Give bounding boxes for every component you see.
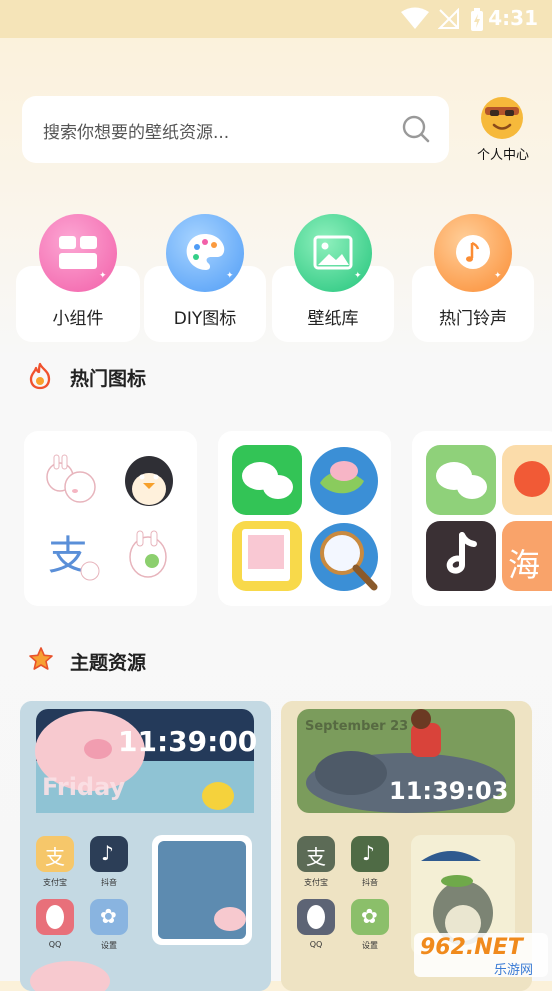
clock-text: 11:39:00 (118, 725, 258, 758)
app-label: 设置 (101, 941, 117, 950)
svg-text:海: 海 (508, 546, 540, 584)
icon-pack-preview (232, 445, 378, 591)
search-input[interactable]: 搜索你想要的壁纸资源... (43, 118, 229, 143)
search-box[interactable]: 搜索你想要的壁纸资源... (22, 96, 449, 163)
icon-pack-card[interactable]: 支 (24, 431, 197, 606)
battery-charging-icon (471, 8, 483, 31)
alipay-icon: 支 (36, 836, 74, 872)
app-label: QQ (309, 940, 323, 949)
entry-wallpaper-library[interactable]: ✦ 壁纸库 (272, 210, 394, 342)
date-text: September 23 (305, 719, 409, 734)
status-bar: 4:31 (0, 0, 552, 38)
settings-icon: ✿ (90, 899, 128, 935)
app-label: 抖音 (362, 878, 378, 887)
search-icon[interactable] (401, 114, 431, 144)
entry-label: DIY图标 (173, 309, 237, 329)
douyin-icon: ♪ (351, 836, 389, 872)
theme-card[interactable]: 11:39:00 Friday 支 支付宝 ♪ 抖音 QQ ✿ 设置 (20, 701, 271, 991)
profile-label: 个人中心 (476, 148, 529, 163)
svg-text:✦: ✦ (354, 271, 362, 281)
app-label: QQ (48, 940, 62, 949)
music-note-icon: ✦ (434, 214, 512, 292)
svg-text:✦: ✦ (226, 271, 234, 281)
section-title-themes: 主题资源 (70, 652, 147, 674)
icon-pack-card[interactable] (218, 431, 391, 606)
avatar-icon[interactable] (480, 96, 524, 140)
section-title-hot-icons: 热门图标 (70, 368, 147, 390)
profile-button[interactable]: 个人中心 (470, 96, 536, 166)
widgets-icon: ✦ (39, 214, 117, 292)
image-icon: ✦ (294, 214, 372, 292)
app-label: 设置 (362, 941, 378, 950)
day-text: Friday (42, 773, 126, 801)
flame-icon (29, 362, 51, 390)
qq-icon (36, 899, 74, 935)
entry-widgets[interactable]: ✦ 小组件 (16, 210, 140, 342)
entry-label: 小组件 (52, 309, 104, 329)
app-label: 抖音 (101, 878, 117, 887)
watermark-subtext: 乐游网 (494, 963, 534, 978)
alipay-icon: 支 (297, 836, 335, 872)
entry-diy-icons[interactable]: ✦ DIY图标 (144, 210, 266, 342)
settings-icon: ✿ (351, 899, 389, 935)
entry-hot-ringtones[interactable]: ✦ 热门铃声 (412, 210, 534, 342)
icon-pack-card[interactable]: 海 (412, 431, 552, 606)
icon-pack-preview: 海 (426, 445, 552, 591)
entry-label: 热门铃声 (439, 309, 507, 329)
no-signal-icon (438, 8, 459, 29)
qq-icon (297, 899, 335, 935)
watermark-text: 962.NET (420, 935, 523, 960)
watermark-logo: 962.NET 乐游网 (414, 933, 548, 978)
app-label: 支付宝 (43, 878, 67, 887)
svg-text:✦: ✦ (494, 271, 502, 281)
app-label: 支付宝 (304, 878, 328, 887)
star-icon (29, 647, 53, 670)
wifi-icon (401, 7, 429, 29)
icon-pack-preview: 支 (46, 454, 173, 581)
clock-text: 11:39:03 (389, 777, 509, 805)
palette-icon: ✦ (166, 214, 244, 292)
entry-label: 壁纸库 (307, 309, 359, 329)
status-time: 4:31 (488, 6, 538, 30)
douyin-icon: ♪ (90, 836, 128, 872)
svg-text:✦: ✦ (99, 271, 107, 281)
